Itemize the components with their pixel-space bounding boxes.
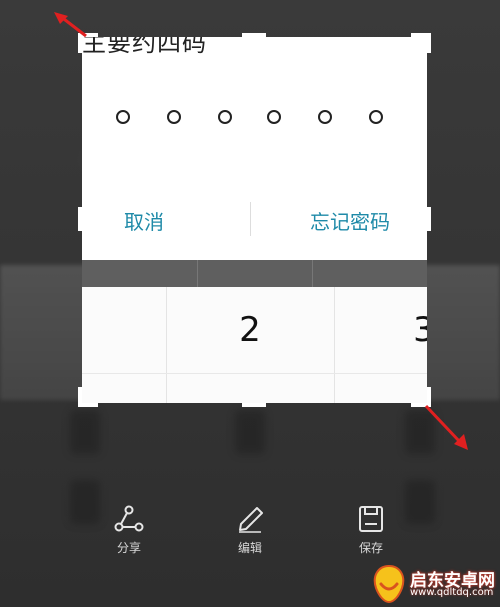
keypad-header-bar: [82, 260, 427, 287]
pin-dot: [116, 110, 130, 124]
background-blur-shape: [405, 480, 435, 524]
background-blur-shape: [70, 480, 100, 524]
forgot-password-button[interactable]: 忘记密码: [310, 202, 390, 242]
dialog-title: 主要约四码: [82, 37, 207, 57]
share-icon: [114, 505, 144, 532]
key-3[interactable]: 3: [400, 287, 427, 373]
cancel-button[interactable]: 取消: [124, 202, 164, 242]
key-2[interactable]: 2: [166, 287, 334, 373]
watermark-url: www.qdltdq.com: [410, 587, 494, 598]
key-1[interactable]: 1: [82, 287, 90, 373]
pin-dot: [218, 110, 232, 124]
dialog-actions: 取消 忘记密码: [82, 202, 427, 242]
share-button[interactable]: 分享: [99, 505, 159, 556]
pin-dot: [318, 110, 332, 124]
background-blur-shape: [235, 410, 265, 454]
pin-dot: [369, 110, 383, 124]
arrow-icon: [54, 12, 87, 38]
divider: [250, 202, 251, 236]
edit-icon: [239, 507, 263, 533]
watermark: 启东安卓网 www.qdltdq.com: [368, 562, 500, 607]
edit-button[interactable]: 编辑: [220, 505, 280, 556]
crop-frame[interactable]: 主要约四码 取消 忘记密码 1 2 3: [82, 37, 427, 403]
save-button[interactable]: 保存: [341, 505, 401, 556]
number-keypad: 1 2 3: [82, 287, 427, 403]
save-label: 保存: [358, 541, 383, 555]
edit-label: 编辑: [237, 541, 262, 555]
arrow-icon: [424, 404, 468, 450]
watermark-logo-icon: [373, 564, 405, 604]
pin-dots: [82, 110, 427, 132]
background-blur-shape: [70, 410, 100, 454]
save-icon: [359, 506, 383, 532]
share-label: 分享: [116, 541, 141, 555]
pin-dot: [167, 110, 181, 124]
pin-dot: [267, 110, 281, 124]
